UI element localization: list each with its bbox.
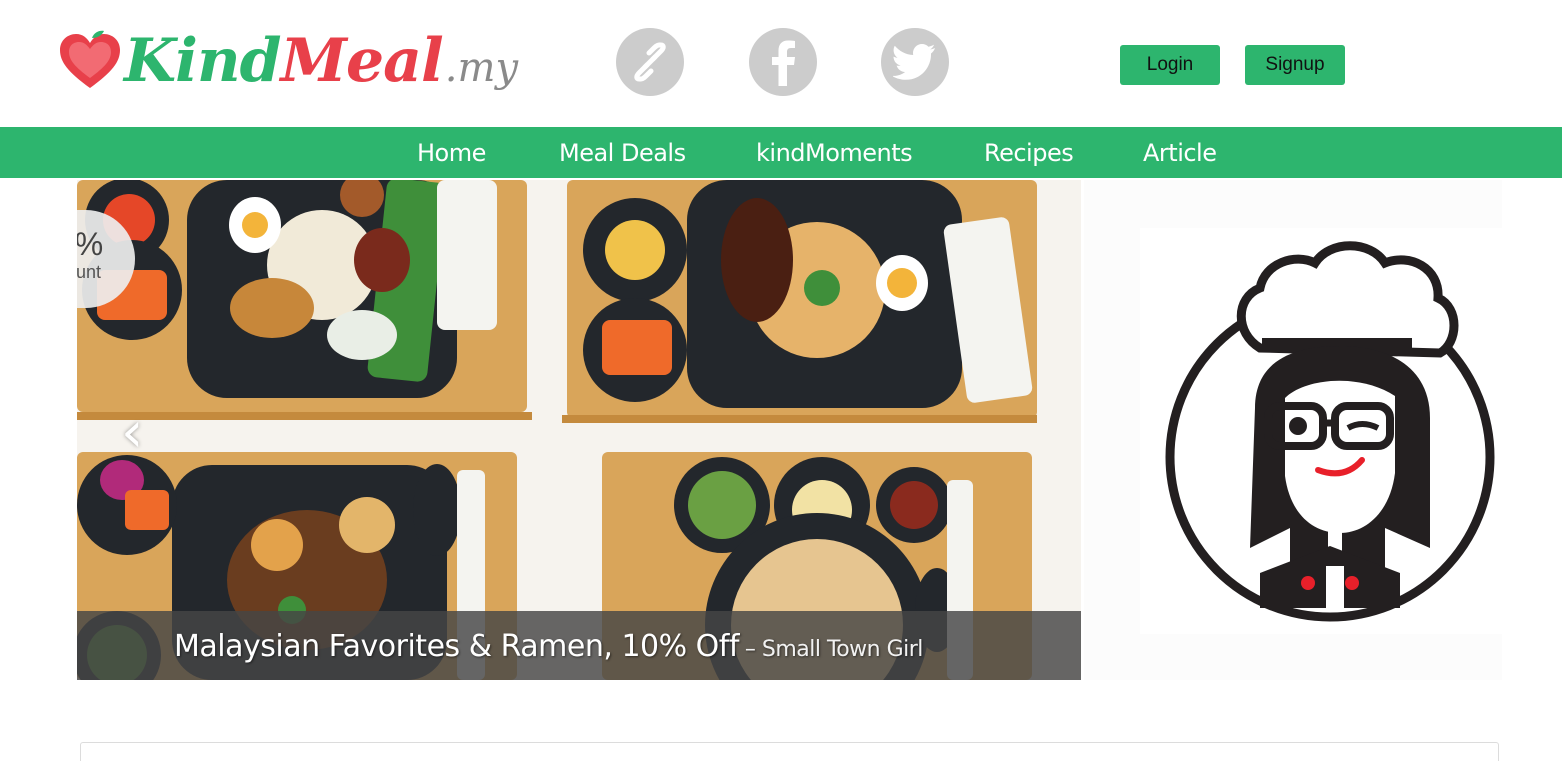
slide-caption[interactable]: Malaysian Favorites & Ramen, 10% Off – Sm…	[77, 611, 1081, 680]
nav-item-kindmoments[interactable]: kindMoments	[756, 127, 913, 178]
deal-photo	[77, 180, 1081, 680]
logo-part-meal: Meal	[280, 26, 444, 96]
discount-label: count	[77, 262, 102, 282]
nav-item-recipes[interactable]: Recipes	[984, 127, 1074, 178]
heart-logo-icon	[60, 30, 120, 88]
site-header: Kind Meal .my Login Signup	[0, 0, 1562, 127]
side-ad-inner	[1140, 228, 1502, 634]
featured-deal-slider[interactable]: 0% count ‹ Malaysian Favorites & Ramen, …	[77, 180, 1081, 680]
signup-button[interactable]: Signup	[1245, 45, 1345, 85]
slider-prev-arrow-icon[interactable]: ‹	[121, 405, 151, 461]
link-icon[interactable]	[616, 28, 684, 96]
slide-caption-title: Malaysian Favorites & Ramen, 10% Off – Sm…	[174, 629, 923, 664]
slide-caption-restaurant: – Small Town Girl	[744, 637, 924, 662]
chef-girl-logo-icon	[1165, 241, 1495, 622]
facebook-icon[interactable]	[749, 28, 817, 96]
login-button[interactable]: Login	[1120, 45, 1220, 85]
nav-item-meal-deals[interactable]: Meal Deals	[559, 127, 686, 178]
slide-caption-title-text: Malaysian Favorites & Ramen, 10% Off	[174, 629, 739, 664]
logo-wordmark: Kind Meal .my	[124, 22, 518, 112]
twitter-icon[interactable]	[881, 28, 949, 96]
logo-part-tld: .my	[444, 45, 519, 91]
logo-part-kind: Kind	[124, 26, 282, 96]
content-card	[80, 742, 1499, 761]
side-advertisement[interactable]	[1084, 180, 1502, 680]
main-nav: Home Meal Deals kindMoments Recipes Arti…	[0, 127, 1562, 178]
discount-percentage: 0%	[77, 226, 104, 262]
nav-item-article[interactable]: Article	[1143, 127, 1217, 178]
site-logo[interactable]: Kind Meal .my	[58, 22, 518, 112]
nav-item-home[interactable]: Home	[417, 127, 486, 178]
